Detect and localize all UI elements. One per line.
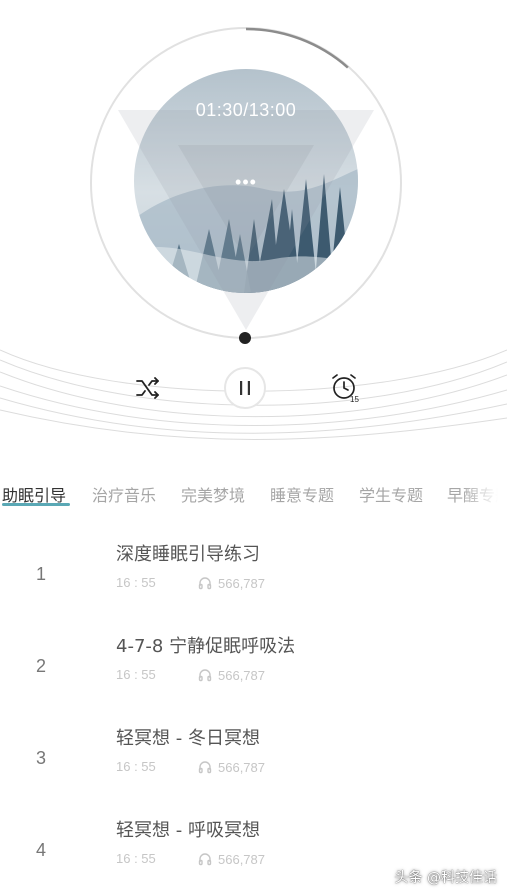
tab-therapy-music[interactable]: 治疗音乐 — [92, 482, 156, 506]
listen-count: 566,787 — [218, 851, 265, 867]
player-section: 01:30/13:00 ••• 15 — [0, 0, 507, 440]
list-item[interactable]: 3 轻冥想 - 冬日冥想 16 : 55 566,787 — [0, 724, 507, 816]
pause-button[interactable] — [224, 367, 266, 409]
tab-sleepiness[interactable]: 睡意专题 — [270, 482, 334, 506]
watermark: 头条 @科技佳话 — [394, 870, 497, 886]
track-listens: 566,787 — [198, 666, 265, 684]
active-tab-indicator — [2, 503, 70, 506]
playback-time: 01:30/13:00 — [195, 100, 297, 120]
listen-count: 566,787 — [218, 667, 265, 683]
shuffle-button[interactable] — [132, 372, 164, 404]
decorative-triangle-inner — [178, 145, 314, 260]
track-duration: 16 : 55 — [116, 667, 156, 682]
track-listens: 566,787 — [198, 758, 265, 776]
timer-minutes: 15 — [350, 395, 359, 404]
listen-count: 566,787 — [218, 575, 265, 591]
track-number: 3 — [36, 748, 47, 768]
headphones-icon — [198, 761, 212, 774]
track-listens: 566,787 — [198, 574, 265, 592]
listen-count: 566,787 — [218, 759, 265, 775]
tab-perfect-dream[interactable]: 完美梦境 — [181, 482, 245, 506]
track-number: 4 — [36, 840, 47, 860]
more-dots-icon[interactable]: ••• — [134, 172, 358, 193]
category-tabs: 助眠引导 治疗音乐 完美梦境 睡意专题 学生专题 早醒专题 — [0, 470, 507, 510]
shuffle-icon — [136, 377, 159, 399]
track-title: 深度睡眠引导练习 — [116, 544, 260, 565]
track-number: 1 — [36, 564, 47, 584]
alarm-timer-icon: 15 — [332, 374, 359, 404]
headphones-icon — [198, 853, 212, 866]
headphones-icon — [198, 577, 212, 590]
track-number: 2 — [36, 656, 47, 676]
tab-students[interactable]: 学生专题 — [359, 482, 423, 506]
track-title: 轻冥想 - 冬日冥想 — [116, 728, 260, 749]
track-duration: 16 : 55 — [116, 759, 156, 774]
track-title: 4-7-8 宁静促眠呼吸法 — [116, 636, 296, 657]
list-item[interactable]: 1 深度睡眠引导练习 16 : 55 566,787 — [0, 540, 507, 632]
track-title: 轻冥想 - 呼吸冥想 — [116, 820, 260, 841]
track-duration: 16 : 55 — [116, 851, 156, 866]
sleep-timer-button[interactable]: 15 — [327, 370, 363, 406]
track-duration: 16 : 55 — [116, 575, 156, 590]
list-item[interactable]: 2 4-7-8 宁静促眠呼吸法 16 : 55 566,787 — [0, 632, 507, 724]
tabs-fade — [462, 470, 507, 510]
pause-icon — [240, 381, 250, 395]
progress-knob[interactable] — [239, 332, 251, 344]
track-listens: 566,787 — [198, 850, 265, 868]
headphones-icon — [198, 669, 212, 682]
